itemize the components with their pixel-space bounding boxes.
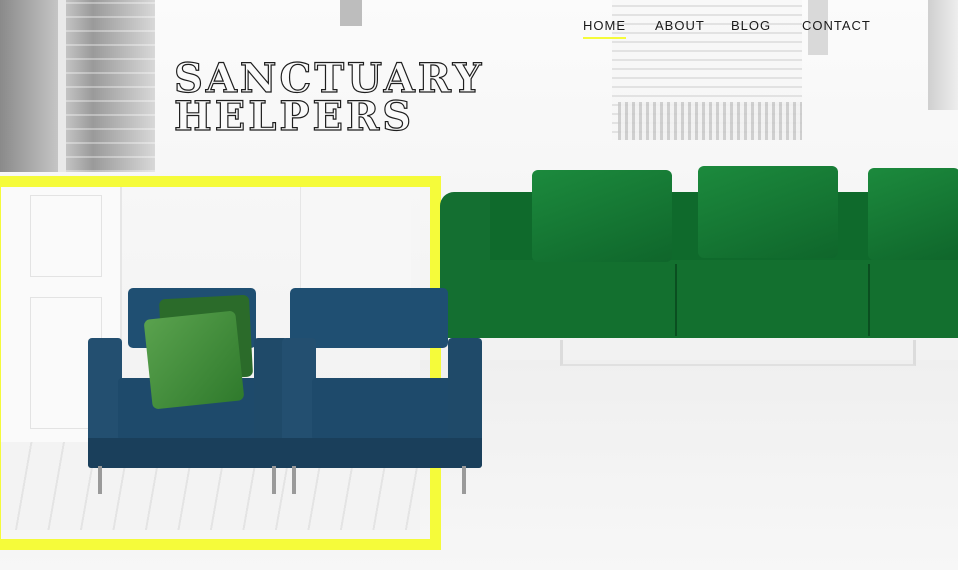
armchair-leg (292, 466, 296, 494)
armchair-right (282, 288, 482, 498)
nav-item-contact[interactable]: CONTACT (802, 18, 871, 33)
armchair-leg (98, 466, 102, 494)
nav-item-home[interactable]: HOME (583, 18, 626, 39)
armchair-base (282, 438, 482, 468)
sofa-legs (560, 340, 916, 366)
sofa-seat (480, 260, 958, 338)
armchair-base (88, 438, 288, 468)
background-radiator (618, 102, 802, 140)
sofa-seam (868, 264, 870, 336)
green-sofa (440, 166, 958, 340)
hero-banner: SANCTUARY HELPERS HOME ABOUT BLOG CONTAC… (0, 0, 958, 570)
green-pillow (143, 310, 245, 410)
sofa-cushion (868, 168, 958, 260)
site-title-line-2: HELPERS (173, 93, 415, 140)
background-window (928, 0, 958, 110)
nav-item-about[interactable]: ABOUT (655, 18, 705, 33)
sofa-seam (675, 264, 677, 336)
armchair-leg (272, 466, 276, 494)
main-nav: HOME ABOUT BLOG CONTACT (0, 18, 958, 40)
site-title: SANCTUARY HELPERS (173, 58, 484, 140)
armchair-seat (312, 378, 452, 440)
nav-item-blog[interactable]: BLOG (731, 18, 771, 33)
sofa-cushion (532, 170, 672, 262)
armchair-leg (462, 466, 466, 494)
sofa-cushion (698, 166, 838, 258)
